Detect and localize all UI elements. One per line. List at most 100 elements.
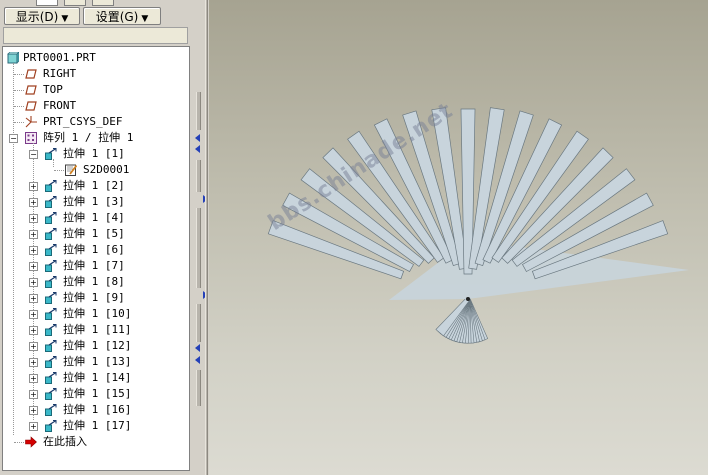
panel-splitter[interactable] — [193, 0, 209, 475]
tree-label: 拉伸 1 [5] — [63, 227, 125, 240]
tree-label: 阵列 1 / 拉伸 1 — [43, 131, 134, 144]
pattern-icon — [25, 132, 37, 144]
extrude-icon — [45, 404, 57, 416]
chevron-down-icon: ▼ — [61, 14, 69, 24]
tree-connector — [14, 90, 24, 91]
tree-item-extrude-6[interactable]: + 拉伸 1 [6] — [3, 242, 189, 258]
tab-model-tree[interactable] — [36, 0, 58, 6]
tree-item-extrude-5[interactable]: + 拉伸 1 [5] — [3, 226, 189, 242]
tree-label: 拉伸 1 [13] — [63, 355, 132, 368]
splitter-grip[interactable] — [196, 208, 201, 288]
extrude-icon — [45, 148, 57, 160]
expand-icon[interactable]: + — [29, 182, 38, 191]
tree-connector — [14, 74, 24, 75]
tree-label: TOP — [43, 83, 63, 96]
tree-item-sketch[interactable]: S2D0001 — [3, 162, 189, 178]
expand-icon[interactable]: + — [29, 326, 38, 335]
fan-outer-blades — [267, 107, 689, 300]
extrude-icon — [45, 292, 57, 304]
collapse-left-icon[interactable] — [195, 134, 200, 142]
datum-plane-icon — [25, 69, 37, 79]
tree-label: 在此插入 — [43, 435, 87, 448]
tree-item-insert-here[interactable]: 在此插入 — [3, 434, 189, 450]
tree-item-datum-front[interactable]: FRONT — [3, 98, 189, 114]
fan-inner-blades — [435, 297, 489, 344]
tree-label: 拉伸 1 [9] — [63, 291, 125, 304]
show-menu-button[interactable]: 显示(D) ▼ — [4, 7, 80, 25]
extrude-icon — [45, 420, 57, 432]
datum-plane-icon — [25, 85, 37, 95]
splitter-grip[interactable] — [196, 92, 201, 130]
tree-item-extrude-16[interactable]: + 拉伸 1 [16] — [3, 402, 189, 418]
expand-icon[interactable]: + — [29, 374, 38, 383]
collapse-left-icon[interactable] — [195, 356, 200, 364]
extrude-icon — [45, 276, 57, 288]
model-tree[interactable]: PRT0001.PRT RIGHT TOP FRONT PRT_CSYS_DEF… — [2, 46, 190, 471]
tree-item-pattern[interactable]: − 阵列 1 / 拉伸 1 — [3, 130, 189, 146]
fan-model[interactable] — [209, 0, 708, 475]
tree-label: S2D0001 — [83, 163, 130, 176]
tree-connector — [14, 442, 24, 443]
tree-label: 拉伸 1 [14] — [63, 371, 132, 384]
tree-item-root[interactable]: PRT0001.PRT — [3, 50, 189, 66]
tab-favorites[interactable] — [92, 0, 114, 6]
tree-label: 拉伸 1 [3] — [63, 195, 125, 208]
tree-label: 拉伸 1 [11] — [63, 323, 132, 336]
collapse-left-icon[interactable] — [195, 145, 200, 153]
tree-item-csys[interactable]: PRT_CSYS_DEF — [3, 114, 189, 130]
tree-item-extrude-8[interactable]: + 拉伸 1 [8] — [3, 274, 189, 290]
expand-icon[interactable]: + — [29, 406, 38, 415]
collapse-left-icon[interactable] — [195, 344, 200, 352]
graphics-window[interactable]: bbs.chinade.net — [209, 0, 708, 475]
tree-item-extrude-3[interactable]: + 拉伸 1 [3] — [3, 194, 189, 210]
expand-icon[interactable]: + — [29, 422, 38, 431]
expand-icon[interactable]: + — [29, 310, 38, 319]
expand-icon[interactable]: + — [29, 262, 38, 271]
splitter-grip[interactable] — [196, 160, 201, 192]
extrude-icon — [45, 212, 57, 224]
tree-item-extrude-1[interactable]: − 拉伸 1 [1] — [3, 146, 189, 162]
tree-item-extrude-9[interactable]: + 拉伸 1 [9] — [3, 290, 189, 306]
tree-item-extrude-17[interactable]: + 拉伸 1 [17] — [3, 418, 189, 434]
splitter-grip[interactable] — [196, 304, 201, 342]
tree-item-extrude-2[interactable]: + 拉伸 1 [2] — [3, 178, 189, 194]
tree-label: 拉伸 1 [6] — [63, 243, 125, 256]
tree-item-datum-right[interactable]: RIGHT — [3, 66, 189, 82]
navigator-tabs — [36, 0, 126, 6]
collapse-icon[interactable]: − — [9, 134, 18, 143]
extrude-icon — [45, 244, 57, 256]
expand-icon[interactable]: + — [29, 358, 38, 367]
extrude-icon — [45, 324, 57, 336]
expand-icon[interactable]: + — [29, 214, 38, 223]
tree-label: PRT_CSYS_DEF — [43, 115, 123, 128]
tab-folder-browser[interactable] — [64, 0, 86, 6]
expand-icon[interactable]: + — [29, 246, 38, 255]
show-menu-label: 显示(D) — [15, 10, 59, 24]
expand-icon[interactable]: + — [29, 198, 38, 207]
expand-icon[interactable]: + — [29, 390, 38, 399]
tree-item-extrude-10[interactable]: + 拉伸 1 [10] — [3, 306, 189, 322]
tree-item-extrude-13[interactable]: + 拉伸 1 [13] — [3, 354, 189, 370]
tree-item-extrude-7[interactable]: + 拉伸 1 [7] — [3, 258, 189, 274]
tree-item-extrude-15[interactable]: + 拉伸 1 [15] — [3, 386, 189, 402]
extrude-icon — [45, 196, 57, 208]
expand-icon[interactable]: + — [29, 342, 38, 351]
expand-icon[interactable]: + — [29, 230, 38, 239]
sketch-icon — [65, 164, 77, 176]
tree-item-extrude-12[interactable]: + 拉伸 1 [12] — [3, 338, 189, 354]
tree-item-extrude-14[interactable]: + 拉伸 1 [14] — [3, 370, 189, 386]
tree-label: 拉伸 1 [16] — [63, 403, 132, 416]
expand-icon[interactable]: + — [29, 278, 38, 287]
tree-filter-bar[interactable] — [3, 27, 188, 44]
collapse-icon[interactable]: − — [29, 150, 38, 159]
tree-item-extrude-4[interactable]: + 拉伸 1 [4] — [3, 210, 189, 226]
chevron-down-icon: ▼ — [141, 14, 149, 24]
model-tree-panel: 显示(D) ▼ 设置(G) ▼ PRT0001.PRT RIGHT TOP FR… — [0, 0, 193, 475]
tree-item-datum-top[interactable]: TOP — [3, 82, 189, 98]
expand-icon[interactable]: + — [29, 294, 38, 303]
splitter-grip[interactable] — [196, 370, 201, 406]
settings-menu-button[interactable]: 设置(G) ▼ — [83, 7, 161, 25]
extrude-icon — [45, 260, 57, 272]
tree-item-extrude-11[interactable]: + 拉伸 1 [11] — [3, 322, 189, 338]
tree-connector — [14, 122, 24, 123]
